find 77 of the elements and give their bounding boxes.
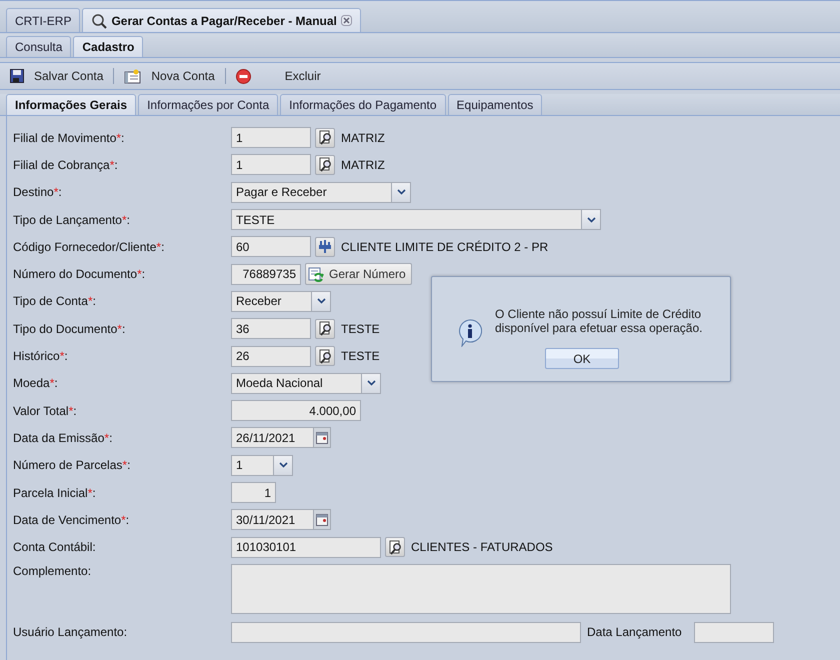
toolbar-button[interactable]: Excluir — [232, 66, 325, 86]
tab[interactable]: Cadastro — [73, 36, 144, 57]
search-icon — [388, 540, 402, 555]
refresh-document-icon — [308, 266, 324, 282]
field-label: Tipo do Documento*: — [13, 322, 126, 336]
input-field[interactable] — [694, 622, 774, 643]
window-tab[interactable]: CRTI-ERP — [6, 8, 80, 32]
input-field[interactable]: 76889735 — [231, 264, 301, 285]
toolbar-button[interactable]: Salvar Conta — [6, 67, 108, 85]
select-field[interactable]: Moeda Nacional — [231, 372, 381, 394]
ok-button[interactable]: OK — [545, 348, 619, 369]
generate-button[interactable]: Gerar Número — [305, 263, 412, 286]
tab[interactable]: Equipamentos — [448, 94, 542, 115]
close-icon[interactable] — [340, 15, 352, 26]
lookup-description: MATRIZ — [341, 130, 385, 145]
tab[interactable]: Informações Gerais — [6, 94, 136, 115]
search-icon — [318, 348, 332, 364]
lookup-button[interactable] — [315, 346, 335, 366]
lookup-description: CLIENTE LIMITE DE CRÉDITO 2 - PR — [341, 240, 548, 254]
input-field[interactable]: 1 — [231, 154, 311, 176]
lookup-button[interactable] — [385, 537, 405, 558]
field-label: Conta Contábil: — [13, 540, 97, 554]
field-label: Parcela Inicial*: — [13, 486, 97, 500]
field-label: Filial de Movimento*: — [13, 130, 126, 145]
search-icon — [318, 130, 332, 146]
notepad-icon — [124, 68, 142, 84]
lookup-button[interactable] — [315, 154, 335, 175]
lookup-button[interactable] — [315, 236, 335, 257]
toolbar-button[interactable]: Nova Conta — [120, 66, 219, 86]
lookup-description: TESTE — [341, 322, 380, 336]
search-icon — [318, 157, 332, 172]
select-field[interactable]: Pagar e Receber — [231, 182, 411, 203]
select-field[interactable]: Receber — [231, 290, 331, 312]
tab[interactable]: Informações do Pagamento — [280, 94, 446, 115]
field-label: Código Fornecedor/Cliente*: — [13, 240, 166, 254]
input-field[interactable]: 101030101 — [231, 536, 381, 558]
lookup-description: CLIENTES - FATURADOS — [411, 540, 553, 554]
lookup-description: MATRIZ — [341, 158, 385, 172]
window-tab[interactable]: Gerar Contas a Pagar/Receber - Manual — [82, 8, 361, 32]
field-label: Data Lançamento — [587, 625, 682, 640]
input-field[interactable] — [231, 622, 581, 643]
field-label: Filial de Cobrança*: — [13, 158, 119, 172]
calendar-icon[interactable] — [316, 432, 328, 444]
field-label: Usuário Lançamento: — [13, 625, 128, 640]
lookup-description: TESTE — [341, 349, 380, 364]
input-field[interactable]: 26 — [231, 346, 311, 367]
field-label: Valor Total*: — [13, 404, 78, 418]
info-icon — [458, 319, 482, 347]
input-field[interactable]: 60 — [231, 236, 311, 258]
select-field[interactable]: TESTE — [231, 209, 601, 230]
field-label: Tipo de Conta*: — [13, 294, 97, 308]
select-field[interactable]: 1 — [231, 454, 293, 476]
field-label: Complemento: — [13, 564, 92, 578]
field-label: Número do Documento*: — [13, 267, 146, 282]
lookup-button[interactable] — [315, 128, 335, 148]
field-label: Data da Emissão*: — [13, 430, 114, 445]
stop-icon — [236, 68, 251, 84]
search-icon — [318, 321, 332, 336]
dialog-message: O Cliente não possuí Limite de Crédito disponível para efetuar essa operação. — [495, 307, 704, 335]
field-label: Moeda*: — [13, 376, 59, 390]
search-icon — [91, 12, 108, 28]
calendar-icon[interactable] — [316, 514, 328, 526]
field-label: Número de Parcelas*: — [13, 458, 132, 472]
input-field[interactable]: 4.000,00 — [231, 400, 361, 422]
input-field[interactable]: 1 — [231, 482, 276, 503]
tab[interactable]: Consulta — [6, 36, 72, 57]
field-label: Tipo de Lançamento*: — [13, 212, 131, 227]
field-label: Data de Vencimento*: — [13, 512, 130, 527]
input-field[interactable]: 36 — [231, 318, 311, 340]
field-label: Histórico*: — [13, 349, 69, 364]
field-label: Destino*: — [13, 185, 63, 200]
date-field[interactable]: 30/11/2021 — [231, 509, 331, 530]
tab[interactable]: Informações por Conta — [138, 94, 278, 115]
lookup-button[interactable] — [315, 318, 335, 339]
input-field[interactable]: 1 — [231, 127, 311, 148]
date-field[interactable]: 26/11/2021 — [231, 427, 331, 448]
network-icon — [318, 239, 332, 254]
